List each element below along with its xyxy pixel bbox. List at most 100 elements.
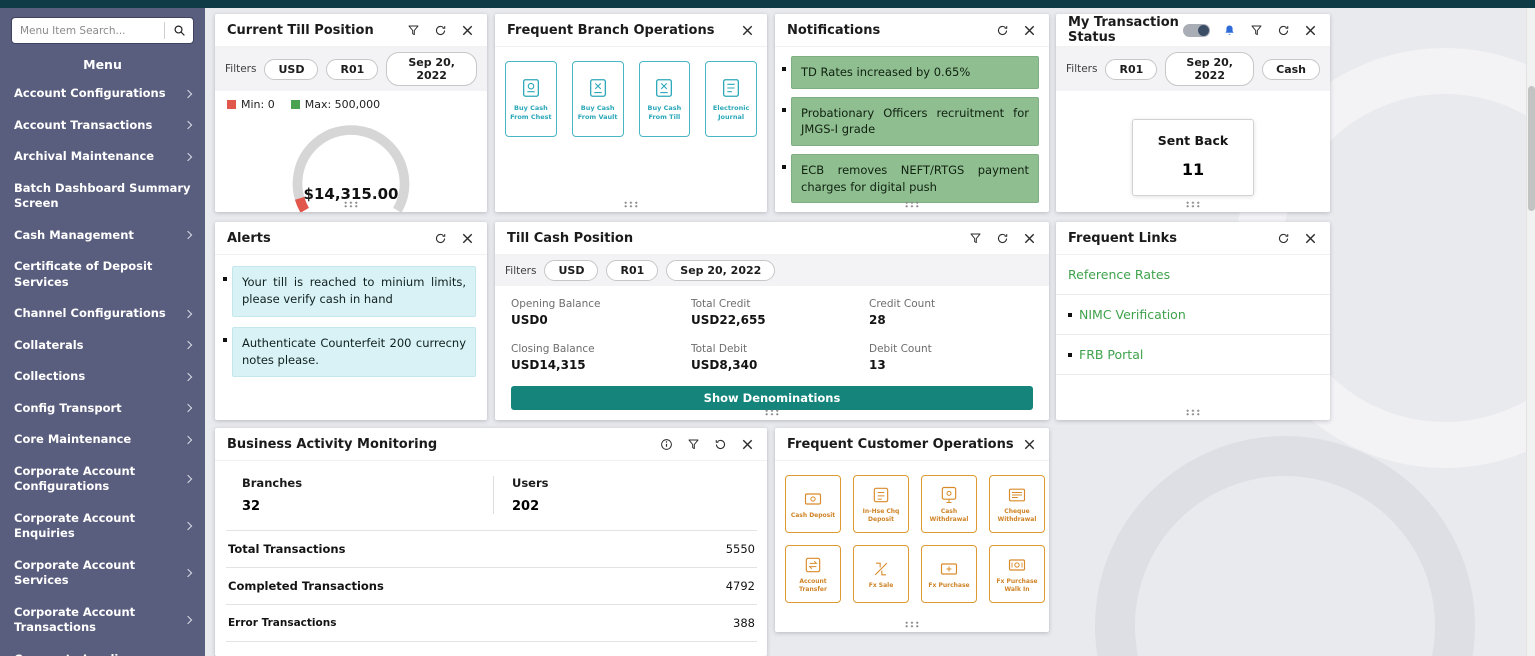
drag-handle[interactable] [904, 621, 920, 628]
status-card-sent-back[interactable]: Sent Back 11 [1132, 119, 1254, 196]
widget-current-till-position: Current Till Position Filters USD R01 Se… [215, 14, 487, 212]
filters-bar: Filters R01 Sep 20, 2022 Cash [1056, 47, 1330, 91]
status-toggle[interactable] [1183, 24, 1210, 37]
gauge-legend: Min: 0 Max: 500,000 [215, 91, 487, 113]
filter-till-id[interactable]: R01 [1105, 59, 1157, 80]
sidebar-menu: Account Configurations Account Transacti… [0, 78, 205, 656]
chevron-right-icon [184, 121, 192, 129]
drag-handle[interactable] [904, 201, 920, 208]
sidebar-item-cash-management[interactable]: Cash Management [0, 220, 205, 252]
sidebar-item-account-configurations[interactable]: Account Configurations [0, 78, 205, 110]
filter-date[interactable]: Sep 20, 2022 [386, 52, 477, 86]
close-icon[interactable] [739, 22, 755, 38]
alert-text: Your till is reached to minium limits, p… [232, 266, 476, 317]
sidebar-item-certificate-of-deposit-services[interactable]: Certificate of Deposit Services [0, 251, 205, 298]
refresh-icon[interactable] [1275, 22, 1291, 38]
sidebar-item-collections[interactable]: Collections [0, 361, 205, 393]
op-cheque-withdrawal[interactable]: Cheque Withdrawal [989, 475, 1045, 533]
filter-icon[interactable] [685, 436, 701, 452]
bam-top-stats: Branches 32 Users 202 [215, 461, 767, 526]
op-buy-cash-from-chest[interactable]: Buy Cash From Chest [505, 61, 557, 137]
filter-date[interactable]: Sep 20, 2022 [1165, 52, 1254, 86]
info-icon[interactable] [658, 436, 674, 452]
op-cash-deposit[interactable]: Cash Deposit [785, 475, 841, 533]
op-account-transfer[interactable]: Account Transfer [785, 545, 841, 603]
refresh-icon[interactable] [432, 230, 448, 246]
filter-icon[interactable] [1248, 22, 1264, 38]
close-icon[interactable] [459, 230, 475, 246]
drag-handle[interactable] [1185, 409, 1201, 416]
close-icon[interactable] [1021, 436, 1037, 452]
widget-frequent-links: Frequent Links Reference Rates NIMC Veri… [1056, 222, 1330, 420]
scrollbar[interactable] [1526, 8, 1535, 656]
drag-handle[interactable] [764, 409, 780, 416]
close-icon[interactable] [1021, 230, 1037, 246]
search-icon[interactable] [165, 18, 193, 43]
filter-type[interactable]: Cash [1262, 59, 1320, 80]
sidebar-item-collaterals[interactable]: Collaterals [0, 330, 205, 362]
filter-currency[interactable]: USD [264, 59, 318, 80]
sidebar-item-corporate-account-services[interactable]: Corporate Account Services [0, 550, 205, 597]
chevron-right-icon [184, 90, 192, 98]
notification-item[interactable]: TD Rates increased by 0.65% [782, 56, 1039, 89]
sidebar-item-archival-maintenance[interactable]: Archival Maintenance [0, 141, 205, 173]
refresh-icon[interactable] [1275, 230, 1291, 246]
op-cash-withdrawal[interactable]: Cash Withdrawal [921, 475, 977, 533]
sidebar-item-corporate-account-enquiries[interactable]: Corporate Account Enquiries [0, 503, 205, 550]
link-reference-rates[interactable]: Reference Rates [1056, 255, 1330, 295]
sidebar-item-config-transport[interactable]: Config Transport [0, 393, 205, 425]
widget-title: Current Till Position [227, 23, 374, 38]
op-fx-purchase[interactable]: Fx Purchase [921, 545, 977, 603]
drag-handle[interactable] [343, 201, 359, 208]
filter-currency[interactable]: USD [544, 260, 598, 281]
close-icon[interactable] [1021, 22, 1037, 38]
refresh-icon[interactable] [712, 436, 728, 452]
alert-bullet [223, 338, 227, 342]
op-electronic-journal[interactable]: Electronic Journal [705, 61, 757, 137]
sidebar-item-batch-dashboard-summary-screen[interactable]: Batch Dashboard Summary Screen [0, 173, 205, 220]
close-icon[interactable] [739, 436, 755, 452]
link-nimc-verification[interactable]: NIMC Verification [1056, 295, 1330, 335]
refresh-icon[interactable] [994, 230, 1010, 246]
notification-item[interactable]: Probationary Officers recruitment for JM… [782, 97, 1039, 146]
refresh-icon[interactable] [994, 22, 1010, 38]
op-buy-cash-from-till[interactable]: Buy Cash From Till [639, 61, 691, 137]
filter-icon[interactable] [967, 230, 983, 246]
filter-till-id[interactable]: R01 [326, 59, 378, 80]
alert-list: Your till is reached to minium limits, p… [215, 255, 487, 377]
widget-frequent-customer-operations: Frequent Customer Operations Cash Deposi… [775, 428, 1049, 632]
bell-icon[interactable] [1221, 22, 1237, 38]
menu-search-input[interactable] [12, 25, 164, 37]
filter-date[interactable]: Sep 20, 2022 [666, 260, 775, 281]
account-transfer-icon [803, 555, 823, 575]
notification-item[interactable]: ECB removes NEFT/RTGS payment charges fo… [782, 154, 1039, 203]
op-fx-purchase-walk-in[interactable]: Fx Purchase Walk In [989, 545, 1045, 603]
fx-sale-icon [871, 559, 891, 579]
drag-handle[interactable] [1185, 201, 1201, 208]
refresh-icon[interactable] [432, 22, 448, 38]
link-frb-portal[interactable]: FRB Portal [1056, 335, 1330, 375]
widget-notifications: Notifications TD Rates increased by 0.65… [775, 14, 1049, 212]
filter-icon[interactable] [405, 22, 421, 38]
sidebar-item-corporate-account-configurations[interactable]: Corporate Account Configurations [0, 456, 205, 503]
filters-bar: Filters USD R01 Sep 20, 2022 [495, 255, 1049, 286]
close-icon[interactable] [1302, 22, 1318, 38]
sidebar-item-channel-configurations[interactable]: Channel Configurations [0, 298, 205, 330]
widget-business-activity-monitoring: Business Activity Monitoring Branches 32… [215, 428, 767, 656]
filter-till-id[interactable]: R01 [606, 260, 658, 281]
alert-item[interactable]: Authenticate Counterfeit 200 currecny no… [223, 327, 476, 378]
op-fx-sale[interactable]: Fx Sale [853, 545, 909, 603]
scrollbar-thumb[interactable] [1528, 86, 1535, 211]
alert-item[interactable]: Your till is reached to minium limits, p… [223, 266, 476, 317]
close-icon[interactable] [1302, 230, 1318, 246]
op-buy-cash-from-vault[interactable]: Buy Cash From Vault [572, 61, 624, 137]
close-icon[interactable] [459, 22, 475, 38]
show-denominations-button[interactable]: Show Denominations [511, 386, 1033, 410]
drag-handle[interactable] [623, 201, 639, 208]
sidebar-item-corporate-account-transactions[interactable]: Corporate Account Transactions [0, 597, 205, 644]
legend-min: Min: 0 [227, 98, 275, 111]
sidebar-item-core-maintenance[interactable]: Core Maintenance [0, 424, 205, 456]
sidebar-item-account-transactions[interactable]: Account Transactions [0, 110, 205, 142]
sidebar-item-corporate-lending[interactable]: Corporate Lending [0, 644, 205, 656]
op-in-hse-chq-deposit[interactable]: In-Hse Chq Deposit [853, 475, 909, 533]
